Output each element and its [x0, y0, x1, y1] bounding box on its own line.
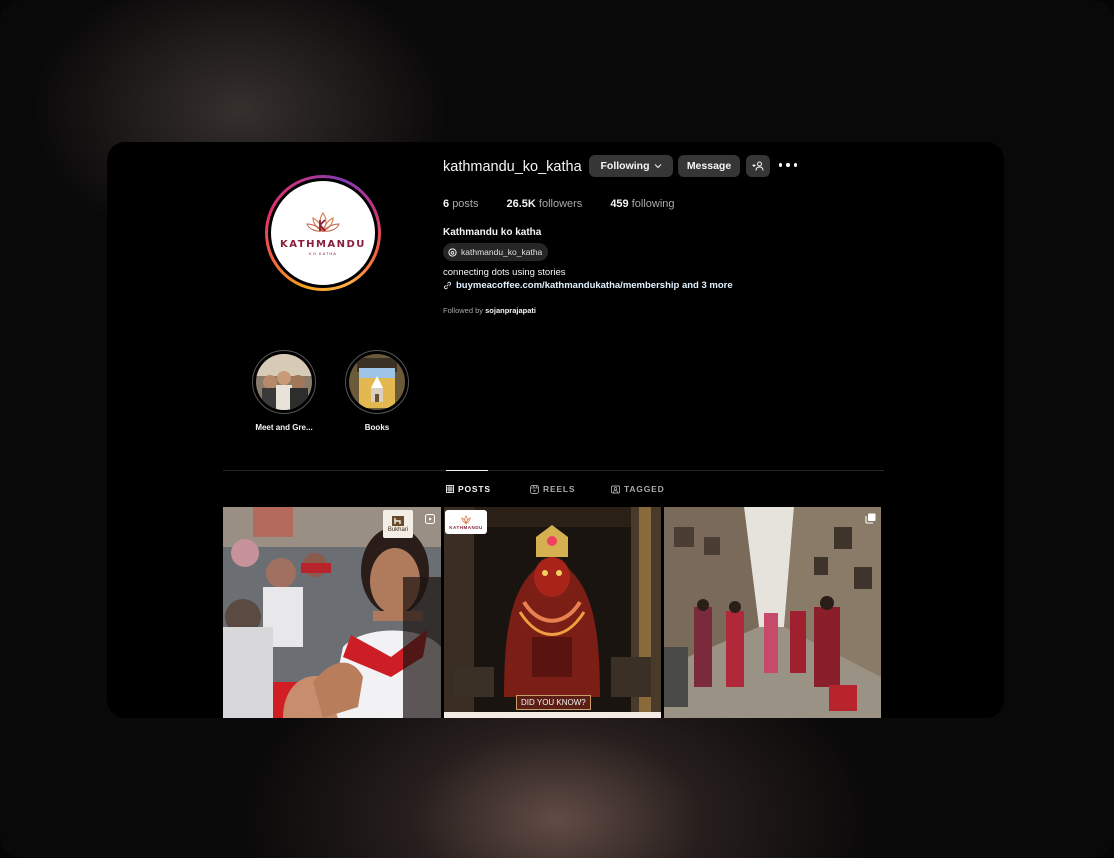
active-tab-indicator: [446, 470, 488, 471]
post-thumbnail[interactable]: [664, 507, 881, 718]
post-thumbnail[interactable]: Bukhari: [223, 507, 441, 718]
tab-posts[interactable]: POSTS: [446, 484, 491, 494]
bukhari-logo-icon: [392, 516, 404, 526]
more-options-icon[interactable]: [779, 157, 797, 173]
avatar-logo-text: KATHMANDU: [280, 238, 366, 250]
reels-icon: [530, 484, 539, 494]
lotus-logo-icon: [461, 514, 471, 524]
highlight-ring: [345, 350, 409, 414]
link-icon: [443, 281, 452, 290]
message-button[interactable]: Message: [678, 155, 740, 177]
followers-stat[interactable]: 26.5K followers: [506, 198, 582, 210]
highlight-thumbnail: [349, 354, 405, 410]
highlight-thumbnail: [256, 354, 312, 410]
tab-reels[interactable]: REELS: [530, 484, 575, 494]
profile-full-name: Kathmandu ko katha: [443, 227, 542, 238]
instagram-profile-window: KATHMANDU KO KATHA kathmandu_ko_katha Fo…: [107, 142, 1004, 718]
post-image: [444, 507, 661, 718]
highlight-ring: [252, 350, 316, 414]
tab-posts-label: POSTS: [458, 484, 491, 494]
tabs-divider: [223, 470, 884, 471]
did-you-know-banner: DID YOU KNOW?: [516, 695, 591, 710]
profile-stats: 6 posts 26.5K followers 459 following: [443, 198, 675, 210]
avatar-logo: KATHMANDU KO KATHA: [271, 181, 375, 285]
threads-handle: kathmandu_ko_katha: [461, 247, 543, 257]
message-button-label: Message: [686, 160, 732, 172]
tagged-icon: [611, 485, 620, 493]
desktop-backdrop: KATHMANDU KO KATHA kathmandu_ko_katha Fo…: [0, 0, 1114, 858]
highlight-meet-and-greet[interactable]: Meet and Gre...: [251, 350, 317, 432]
followed-by-text[interactable]: Followed by sojanprajapati: [443, 306, 536, 315]
threads-icon: [448, 247, 457, 257]
suggested-users-button[interactable]: [746, 155, 770, 177]
posts-stat: 6 posts: [443, 198, 479, 210]
tab-tagged[interactable]: TAGGED: [611, 484, 665, 494]
bukhari-logo-text: Bukhari: [387, 527, 409, 533]
highlight-books[interactable]: Books: [344, 350, 410, 432]
highlight-label: Meet and Gre...: [255, 423, 313, 432]
bukhari-logo: Bukhari: [383, 510, 413, 538]
caption-strip: [444, 712, 661, 718]
following-button-label: Following: [600, 160, 650, 172]
lotus-logo-icon: [306, 211, 340, 232]
kathmandu-logo-text: KATHMANDU: [449, 524, 483, 530]
reel-icon: [425, 514, 435, 524]
add-user-icon: [752, 161, 764, 171]
highlight-label: Books: [364, 423, 390, 432]
avatar-border: KATHMANDU KO KATHA: [268, 178, 378, 288]
following-stat[interactable]: 459 following: [610, 198, 674, 210]
tab-reels-label: REELS: [543, 484, 576, 494]
profile-link[interactable]: buymeacoffee.com/kathmandukatha/membersh…: [443, 280, 733, 291]
avatar-logo-subtext: KO KATHA: [309, 250, 337, 256]
threads-badge[interactable]: kathmandu_ko_katha: [443, 243, 549, 261]
profile-avatar[interactable]: KATHMANDU KO KATHA: [265, 175, 381, 291]
profile-bio: connecting dots using stories: [443, 267, 566, 278]
profile-link-text: buymeacoffee.com/kathmandukatha/membersh…: [456, 280, 733, 291]
following-button[interactable]: Following: [589, 155, 673, 177]
tab-tagged-label: TAGGED: [624, 484, 665, 494]
profile-username: kathmandu_ko_katha: [443, 159, 582, 175]
post-image: [664, 507, 881, 718]
post-thumbnail[interactable]: KATHMANDU DID YOU KNOW?: [444, 507, 661, 718]
grid-icon: [446, 485, 454, 493]
chevron-down-icon: [654, 164, 661, 169]
kathmandu-logo-badge: KATHMANDU: [445, 510, 487, 534]
carousel-icon: [865, 513, 876, 524]
post-image: [223, 507, 441, 718]
